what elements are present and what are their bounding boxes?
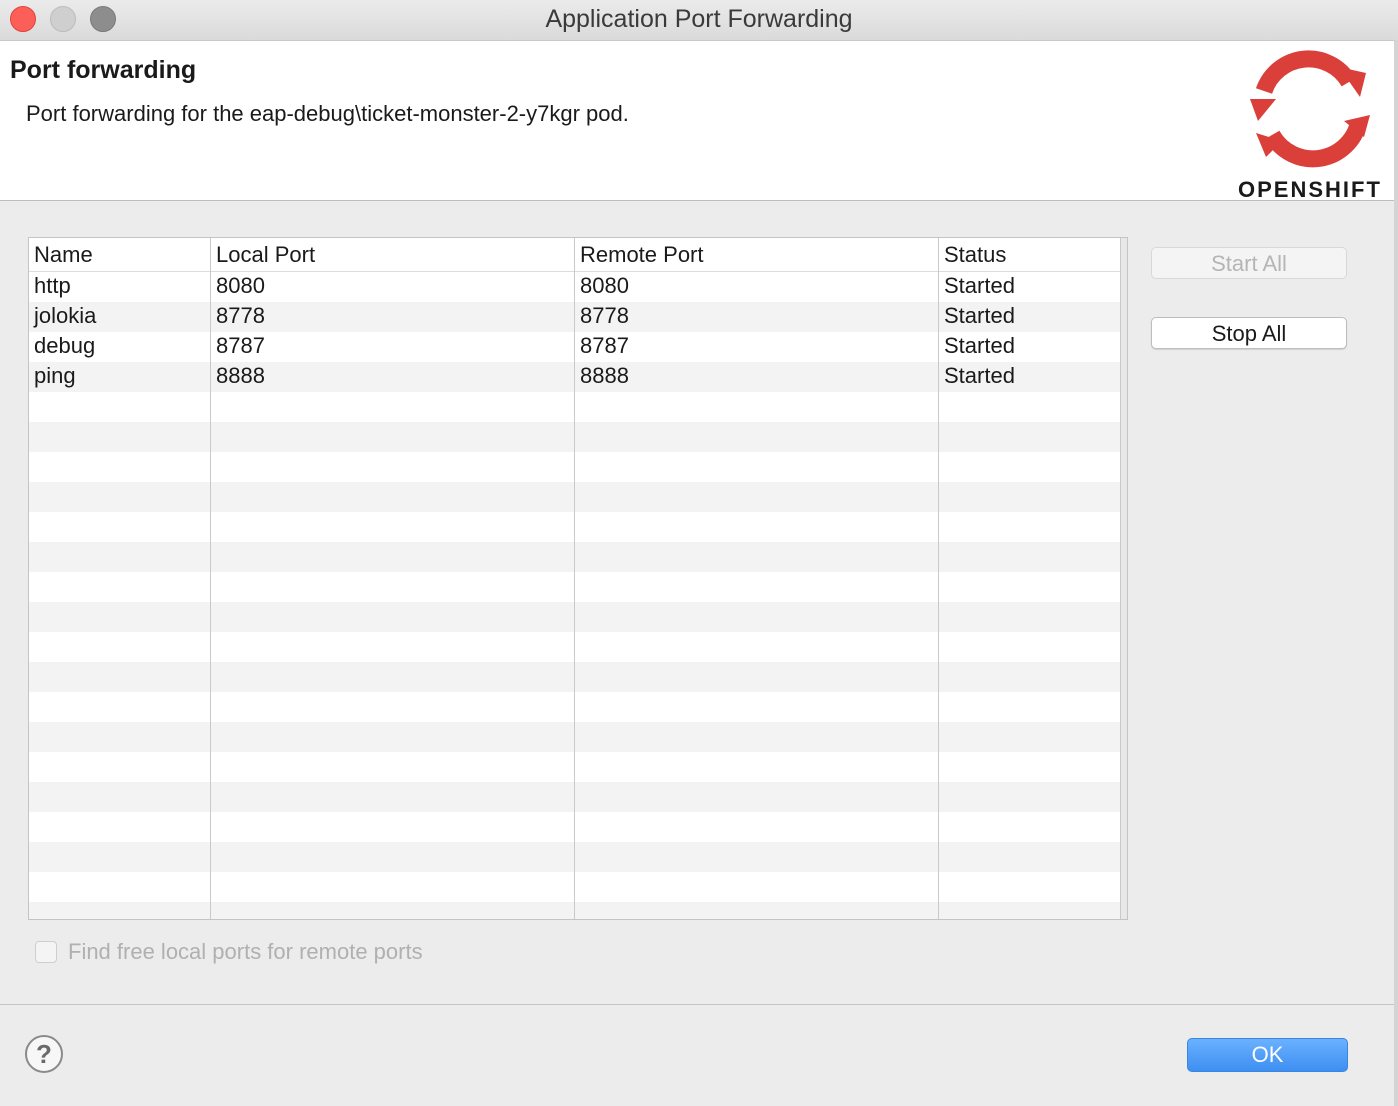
- empty-row: [29, 902, 1121, 919]
- empty-row: [29, 572, 1121, 602]
- column-header-name[interactable]: Name: [34, 242, 93, 268]
- cell-local-port: 8080: [216, 273, 265, 298]
- window-title: Application Port Forwarding: [545, 5, 853, 33]
- empty-row: [29, 722, 1121, 752]
- empty-row: [29, 452, 1121, 482]
- title-bar[interactable]: Application Port Forwarding: [0, 0, 1398, 41]
- cell-remote-port: 8080: [580, 273, 629, 298]
- cell-local-port: 8778: [216, 303, 265, 328]
- openshift-logo-text: OPENSHIFT: [1238, 177, 1382, 202]
- find-free-ports-label: Find free local ports for remote ports: [68, 939, 423, 964]
- footer-divider: [0, 1004, 1394, 1005]
- window-edge: [1394, 40, 1398, 1106]
- empty-row: [29, 602, 1121, 632]
- empty-row: [29, 512, 1121, 542]
- column-header-status[interactable]: Status: [944, 242, 1006, 268]
- question-icon: ?: [36, 1039, 52, 1069]
- empty-row: [29, 842, 1121, 872]
- header-title: Port forwarding: [10, 56, 197, 84]
- cell-remote-port: 8778: [580, 303, 629, 328]
- port-forwarding-dialog: Application Port Forwarding Port forward…: [0, 0, 1398, 1106]
- cell-status: Started: [944, 303, 1015, 328]
- column-divider[interactable]: [574, 238, 575, 919]
- empty-row: [29, 692, 1121, 722]
- port-forwarding-table[interactable]: http 8080 8080 Started jolokia 8778 8778…: [28, 237, 1128, 920]
- column-divider[interactable]: [938, 238, 939, 919]
- cell-name: ping: [34, 363, 76, 388]
- help-button[interactable]: ?: [25, 1035, 63, 1073]
- cell-local-port: 8787: [216, 333, 265, 358]
- table-row[interactable]: http 8080 8080 Started: [29, 272, 1121, 302]
- empty-row: [29, 872, 1121, 902]
- empty-row: [29, 812, 1121, 842]
- cell-status: Started: [944, 333, 1015, 358]
- cell-remote-port: 8787: [580, 333, 629, 358]
- table-row[interactable]: debug 8787 8787 Started: [29, 332, 1121, 362]
- cell-status: Started: [944, 273, 1015, 298]
- empty-row: [29, 542, 1121, 572]
- empty-row: [29, 752, 1121, 782]
- column-divider[interactable]: [210, 238, 211, 919]
- table-row[interactable]: jolokia 8778 8778 Started: [29, 302, 1121, 332]
- table-body: http 8080 8080 Started jolokia 8778 8778…: [29, 272, 1121, 919]
- column-header-local-port[interactable]: Local Port: [216, 242, 315, 268]
- table-row[interactable]: ping 8888 8888 Started: [29, 362, 1121, 392]
- cell-name: http: [34, 273, 71, 298]
- cell-name: jolokia: [34, 303, 97, 328]
- column-header-remote-port[interactable]: Remote Port: [580, 242, 704, 268]
- empty-row: [29, 662, 1121, 692]
- header-description: Port forwarding for the eap-debug\ticket…: [26, 101, 629, 126]
- stop-all-button[interactable]: Stop All: [1151, 317, 1347, 349]
- empty-row: [29, 482, 1121, 512]
- empty-row: [29, 422, 1121, 452]
- openshift-logo: OPENSHIFT: [1236, 49, 1386, 202]
- start-all-button[interactable]: Start All: [1151, 247, 1347, 279]
- ok-button[interactable]: OK: [1187, 1038, 1348, 1072]
- empty-row: [29, 632, 1121, 662]
- dialog-header: Port forwarding Port forwarding for the …: [0, 41, 1398, 202]
- find-free-ports-checkbox[interactable]: [35, 941, 57, 963]
- cell-status: Started: [944, 363, 1015, 388]
- openshift-logo-icon: [1250, 50, 1370, 168]
- table-scrollbar[interactable]: [1121, 238, 1127, 919]
- cell-name: debug: [34, 333, 96, 358]
- table-header: Name Local Port Remote Port Status: [29, 238, 1121, 272]
- empty-row: [29, 392, 1121, 422]
- cell-remote-port: 8888: [580, 363, 629, 388]
- cell-local-port: 8888: [216, 363, 265, 388]
- empty-row: [29, 782, 1121, 812]
